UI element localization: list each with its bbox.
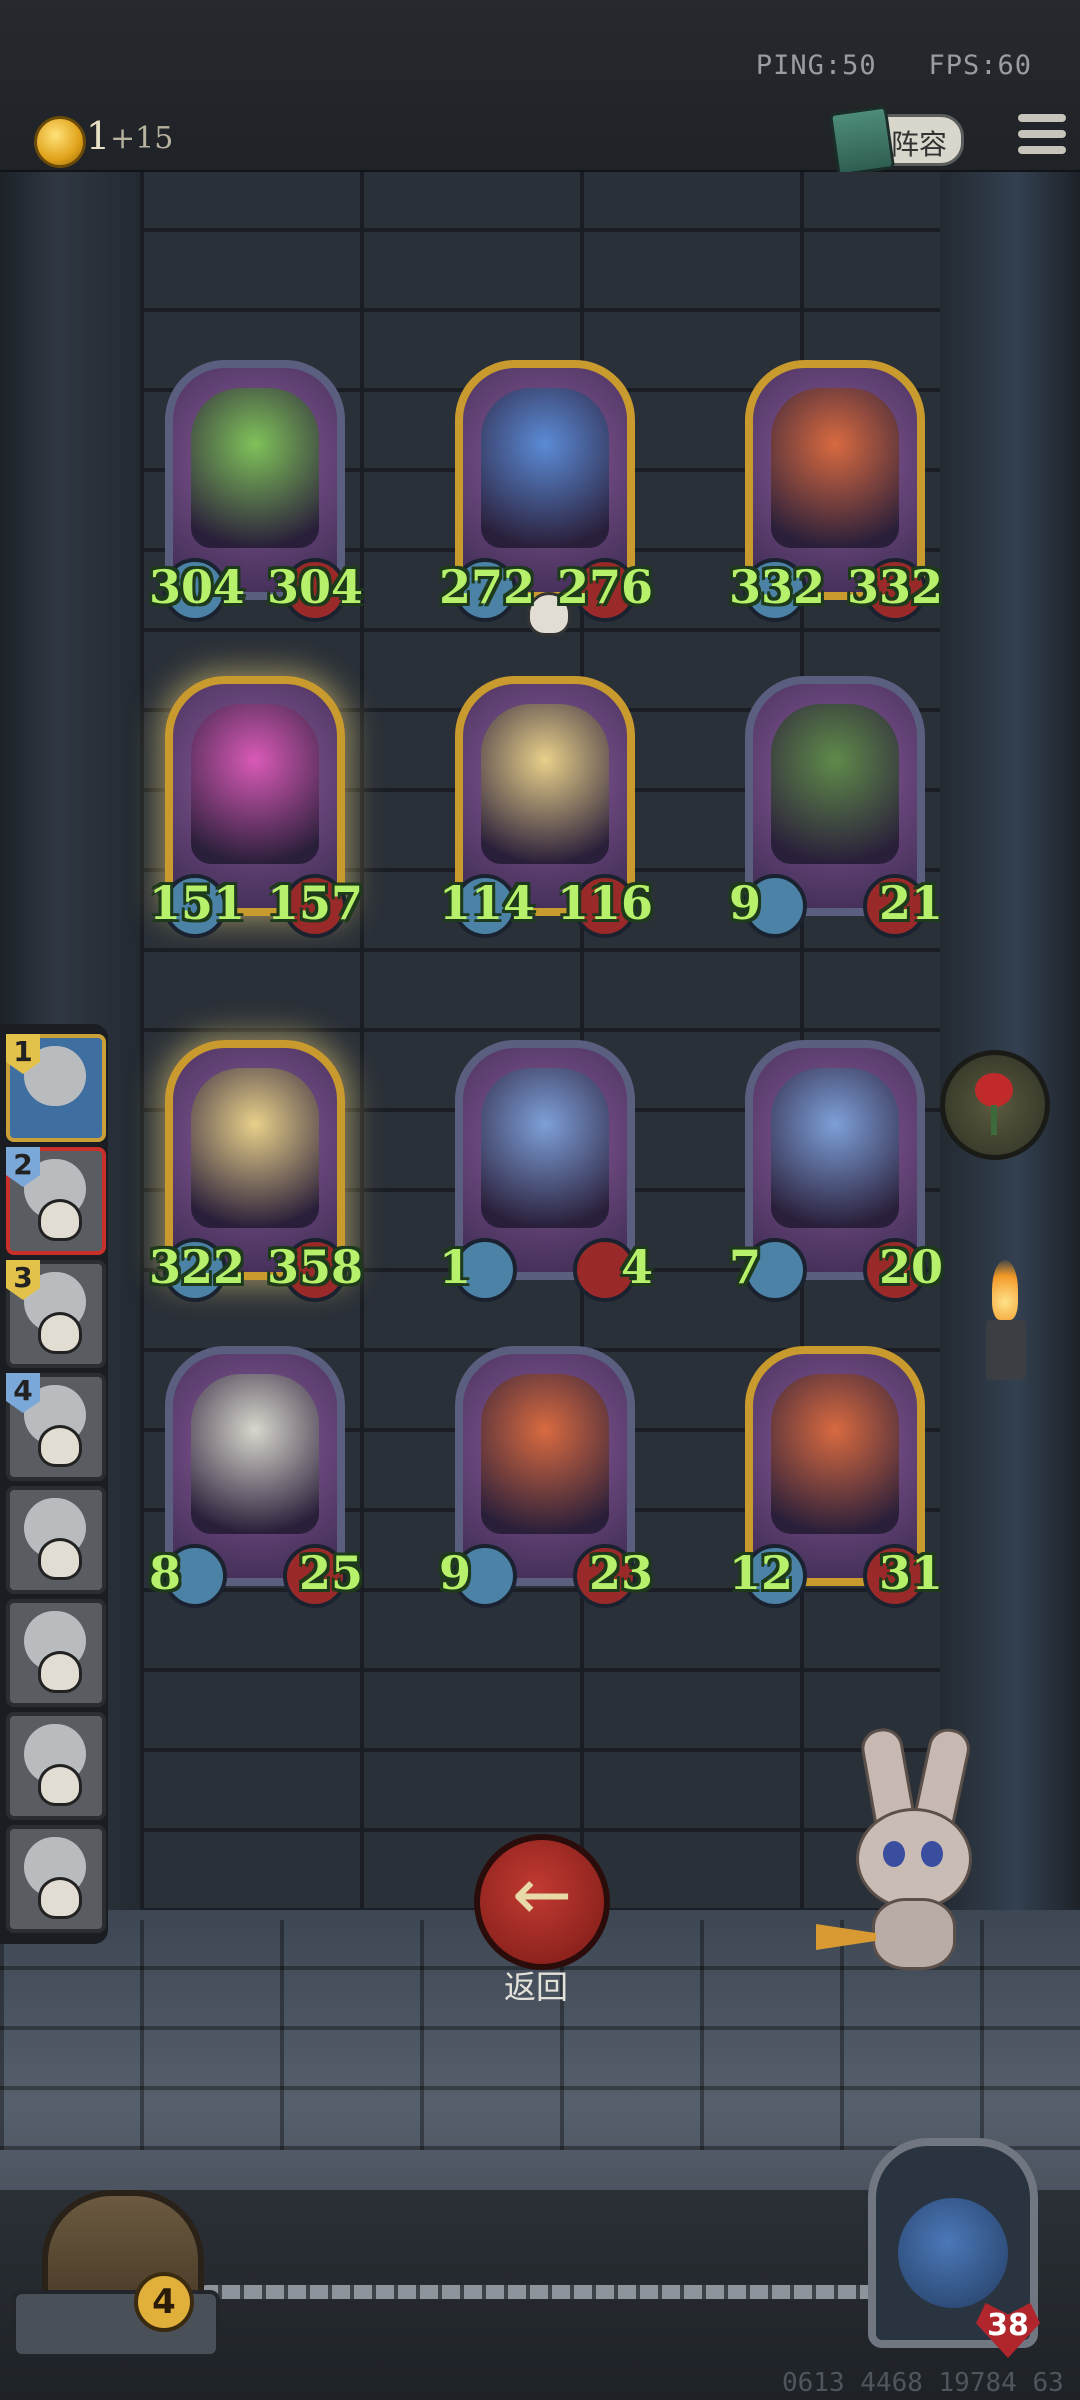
skull-icon bbox=[38, 1764, 82, 1806]
minion-attack: 151 bbox=[149, 876, 246, 930]
minion-card[interactable]: 9 23 bbox=[439, 1346, 653, 1608]
minion-attack: 7 bbox=[729, 1240, 762, 1294]
minion-attack: 322 bbox=[149, 1240, 246, 1294]
lineup-label: 阵容 bbox=[891, 128, 948, 161]
rose-token[interactable] bbox=[940, 1050, 1050, 1160]
menu-line-icon bbox=[1018, 114, 1066, 122]
minion-attack: 9 bbox=[439, 1546, 472, 1600]
minion-card[interactable]: 304 304 bbox=[149, 360, 363, 622]
minion-health: 358 bbox=[266, 1240, 363, 1294]
minion-portrait bbox=[481, 1374, 609, 1534]
player-hero-portrait[interactable]: 38 bbox=[868, 2138, 1040, 2360]
opponent-slot[interactable]: 3 bbox=[6, 1260, 106, 1368]
back-button[interactable]: ← bbox=[474, 1834, 610, 1970]
gate-count-badge: 4 bbox=[134, 2272, 194, 2332]
book-icon bbox=[828, 105, 896, 177]
minion-attack: 114 bbox=[439, 876, 536, 930]
coin-count: 1 bbox=[86, 114, 111, 158]
bunny-eye bbox=[921, 1841, 943, 1867]
skull-icon bbox=[38, 1651, 82, 1693]
minion-attack: 8 bbox=[149, 1546, 182, 1600]
minion-card[interactable]: 12 31 bbox=[729, 1346, 943, 1608]
minion-card[interactable]: 322 358 bbox=[149, 1040, 363, 1302]
minion-attack: 12 bbox=[729, 1546, 794, 1600]
horn-icon bbox=[816, 1924, 876, 1950]
opponent-slot[interactable] bbox=[6, 1486, 106, 1594]
minion-card[interactable]: 8 25 bbox=[149, 1346, 363, 1608]
menu-line-icon bbox=[1018, 130, 1066, 138]
tavern-gate[interactable]: 4 bbox=[12, 2150, 220, 2358]
minion-portrait bbox=[481, 1068, 609, 1228]
minion-portrait bbox=[771, 1068, 899, 1228]
menu-button[interactable] bbox=[1018, 112, 1066, 156]
network-status: PING:50 FPS:60 bbox=[756, 50, 1032, 81]
minion-attack: 272 bbox=[439, 560, 536, 614]
hero-face bbox=[898, 2198, 1008, 2308]
rose-icon bbox=[975, 1073, 1013, 1107]
minion-attack: 304 bbox=[149, 560, 246, 614]
opponent-slot[interactable]: 1 bbox=[6, 1034, 106, 1142]
minion-portrait bbox=[771, 388, 899, 548]
minion-health: 21 bbox=[878, 876, 943, 930]
torch-flame-icon bbox=[992, 1260, 1018, 1320]
minion-portrait bbox=[771, 704, 899, 864]
minion-health: 4 bbox=[620, 1240, 653, 1294]
skull-icon bbox=[38, 1538, 82, 1580]
minion-health: 23 bbox=[588, 1546, 653, 1600]
ping-label: PING:50 bbox=[755, 50, 877, 81]
opponent-slot[interactable]: 4 bbox=[6, 1373, 106, 1481]
minion-health: 116 bbox=[556, 876, 653, 930]
minion-portrait bbox=[191, 704, 319, 864]
minion-health: 20 bbox=[878, 1240, 943, 1294]
user-id: 0613 4468 19784 63 bbox=[782, 2368, 1064, 2398]
skull-icon bbox=[38, 1877, 82, 1919]
skull-icon bbox=[38, 1199, 82, 1241]
minion-card[interactable]: 151 157 bbox=[149, 676, 363, 938]
minion-health: 332 bbox=[846, 560, 943, 614]
minion-card[interactable]: 114 116 bbox=[439, 676, 653, 938]
gold-coin-icon bbox=[34, 116, 86, 168]
minion-health: 157 bbox=[266, 876, 363, 930]
opponent-slot[interactable] bbox=[6, 1599, 106, 1707]
hero-health: 38 bbox=[987, 2308, 1029, 2343]
minion-card[interactable]: 272 276 bbox=[439, 360, 653, 636]
minion-card[interactable]: 332 332 bbox=[729, 360, 943, 622]
minion-health: 304 bbox=[266, 560, 363, 614]
opponent-slot[interactable] bbox=[6, 1712, 106, 1820]
minion-portrait bbox=[771, 1374, 899, 1534]
minion-health: 276 bbox=[556, 560, 653, 614]
chain-decoration bbox=[200, 2285, 900, 2299]
torch-holder bbox=[986, 1320, 1026, 1380]
arrow-left-icon: ← bbox=[511, 1852, 573, 1936]
minion-attack: 9 bbox=[729, 876, 762, 930]
back-label: 返回 bbox=[503, 1968, 568, 2006]
minion-portrait bbox=[481, 704, 609, 864]
bunny-body bbox=[872, 1898, 956, 1970]
minion-portrait bbox=[481, 388, 609, 548]
top-bar: PING:50 FPS:60 1 +15 阵容 bbox=[0, 0, 1080, 177]
skull-icon bbox=[38, 1312, 82, 1354]
minion-portrait bbox=[191, 1068, 319, 1228]
menu-line-icon bbox=[1018, 146, 1066, 154]
minion-card[interactable]: 14 bbox=[439, 1040, 653, 1302]
minion-attack: 332 bbox=[729, 560, 826, 614]
minion-portrait bbox=[191, 388, 319, 548]
lineup-button[interactable]: 阵容 bbox=[828, 105, 964, 177]
fps-label: FPS:60 bbox=[928, 50, 1032, 81]
bunny-eye bbox=[883, 1841, 905, 1867]
minion-card[interactable]: 9 21 bbox=[729, 676, 943, 938]
bunny-mascot[interactable] bbox=[816, 1724, 976, 1970]
rose-stem bbox=[991, 1105, 997, 1135]
opponent-list: 1234 bbox=[0, 1024, 108, 1944]
minion-attack: 1 bbox=[439, 1240, 472, 1294]
opponent-slot[interactable]: 2 bbox=[6, 1147, 106, 1255]
bunny-head bbox=[856, 1808, 972, 1910]
skull-icon bbox=[38, 1425, 82, 1467]
minion-portrait bbox=[191, 1374, 319, 1534]
minion-health: 31 bbox=[878, 1546, 943, 1600]
opponent-slot[interactable] bbox=[6, 1825, 106, 1933]
coin-increment: +15 bbox=[110, 121, 174, 156]
minion-health: 25 bbox=[298, 1546, 363, 1600]
minion-card[interactable]: 7 20 bbox=[729, 1040, 943, 1302]
